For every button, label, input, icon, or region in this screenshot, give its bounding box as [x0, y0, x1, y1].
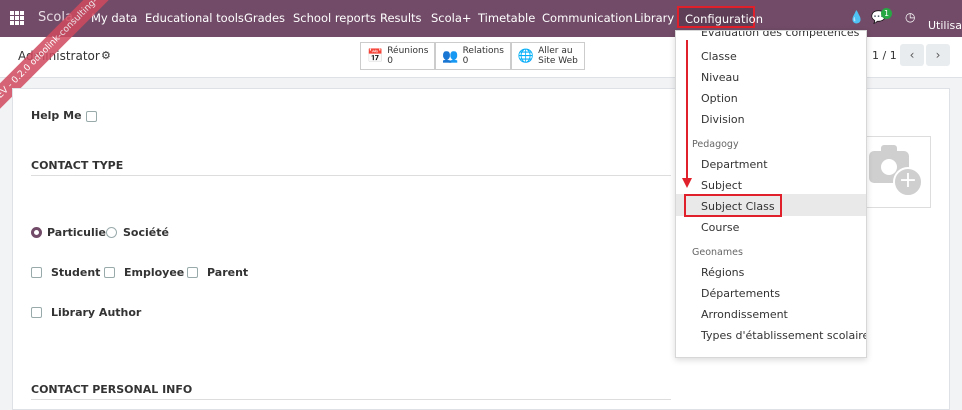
relations-label: Relations — [462, 46, 504, 56]
calendar-icon: 📅 — [367, 48, 384, 64]
nav-configuration[interactable]: Configuration — [677, 6, 763, 28]
plus-icon: + — [893, 167, 923, 197]
employee-checkbox[interactable] — [104, 267, 115, 278]
chat-badge: 1 — [881, 8, 893, 19]
particulier-label: Particulier — [47, 226, 112, 239]
nav-grades[interactable]: Grades — [244, 11, 285, 25]
menu-item-arrondissement[interactable]: Arrondissement — [701, 308, 788, 321]
help-me-checkbox[interactable] — [86, 111, 97, 122]
societe-radio[interactable] — [106, 227, 117, 238]
student-checkbox[interactable] — [31, 267, 42, 278]
pager: 1 / 1 — [872, 49, 897, 62]
menu-item-evaluation[interactable]: Évaluation des compétences — [701, 31, 859, 39]
student-label: Student — [51, 266, 101, 279]
menu-item-departements[interactable]: Départements — [701, 287, 780, 300]
drop-icon[interactable]: 💧 — [849, 10, 864, 24]
personal-info-title: CONTACT PERSONAL INFO — [31, 383, 193, 396]
pager-prev-icon[interactable]: ‹ — [900, 44, 924, 66]
menu-item-niveau[interactable]: Niveau — [701, 71, 739, 84]
avatar-upload[interactable]: + — [857, 136, 931, 208]
pager-next-icon[interactable]: › — [926, 44, 950, 66]
library-author-checkbox[interactable] — [31, 307, 42, 318]
clock-icon[interactable]: ◷ — [905, 10, 915, 24]
nav-communication[interactable]: Communication — [542, 11, 633, 25]
meetings-count: 0 — [387, 56, 393, 66]
nav-timetable[interactable]: Timetable — [478, 11, 535, 25]
nav-results[interactable]: Results — [380, 11, 422, 25]
menu-item-classe[interactable]: Classe — [701, 50, 737, 63]
parent-label: Parent — [207, 266, 249, 279]
menu-item-division[interactable]: Division — [701, 113, 745, 126]
gear-icon[interactable]: ⚙ — [101, 49, 111, 62]
parent-checkbox[interactable] — [187, 267, 198, 278]
contact-type-title: CONTACT TYPE — [31, 159, 124, 172]
nav-my-data[interactable]: My data — [91, 11, 137, 25]
website-label-2: Site Web — [538, 56, 578, 66]
user-menu[interactable]: Utilisat — [928, 19, 962, 32]
menu-item-types-etablissement[interactable]: Types d'établissement scolaire — [701, 329, 866, 342]
relations-button[interactable]: 👥 Relations 0 — [435, 42, 511, 70]
nav-school-reports[interactable]: School reports — [293, 11, 376, 25]
particulier-radio[interactable] — [31, 227, 42, 238]
globe-icon: 🌐 — [517, 48, 535, 64]
pedagogy-header: Pedagogy — [692, 139, 739, 150]
annotation-arrow-line — [686, 40, 688, 180]
website-button[interactable]: 🌐 Aller au Site Web — [510, 42, 585, 70]
help-me-label: Help Me — [31, 109, 82, 122]
annotation-arrow-head — [682, 178, 692, 188]
menu-item-subject[interactable]: Subject — [701, 179, 742, 192]
section-separator — [31, 175, 671, 176]
nav-educational-tools[interactable]: Educational tools — [145, 11, 244, 25]
users-icon: 👥 — [442, 48, 459, 64]
meetings-label: Réunions — [387, 46, 429, 56]
societe-label: Société — [123, 226, 169, 239]
library-author-label: Library Author — [51, 306, 142, 319]
smart-buttons: 📅 Réunions 0 👥 Relations 0 🌐 Aller au Site … — [360, 42, 585, 72]
menu-item-department[interactable]: Department — [701, 158, 768, 171]
menu-item-regions[interactable]: Régions — [701, 266, 744, 279]
nav-library[interactable]: Library — [634, 11, 674, 25]
configuration-dropdown: Évaluation des compétences Classe Niveau… — [675, 30, 867, 358]
apps-menu-icon[interactable] — [10, 11, 24, 25]
website-label-1: Aller au — [538, 46, 573, 56]
geonames-header: Geonames — [692, 247, 743, 258]
meetings-button[interactable]: 📅 Réunions 0 — [360, 42, 436, 70]
menu-item-course[interactable]: Course — [701, 221, 739, 234]
employee-label: Employee — [124, 266, 185, 279]
subject-class-highlight-box — [684, 194, 782, 217]
menu-item-option[interactable]: Option — [701, 92, 738, 105]
nav-scola-plus[interactable]: Scola+ — [431, 11, 472, 25]
relations-count: 0 — [462, 56, 469, 66]
nav-configuration-label: Configuration — [685, 12, 763, 26]
